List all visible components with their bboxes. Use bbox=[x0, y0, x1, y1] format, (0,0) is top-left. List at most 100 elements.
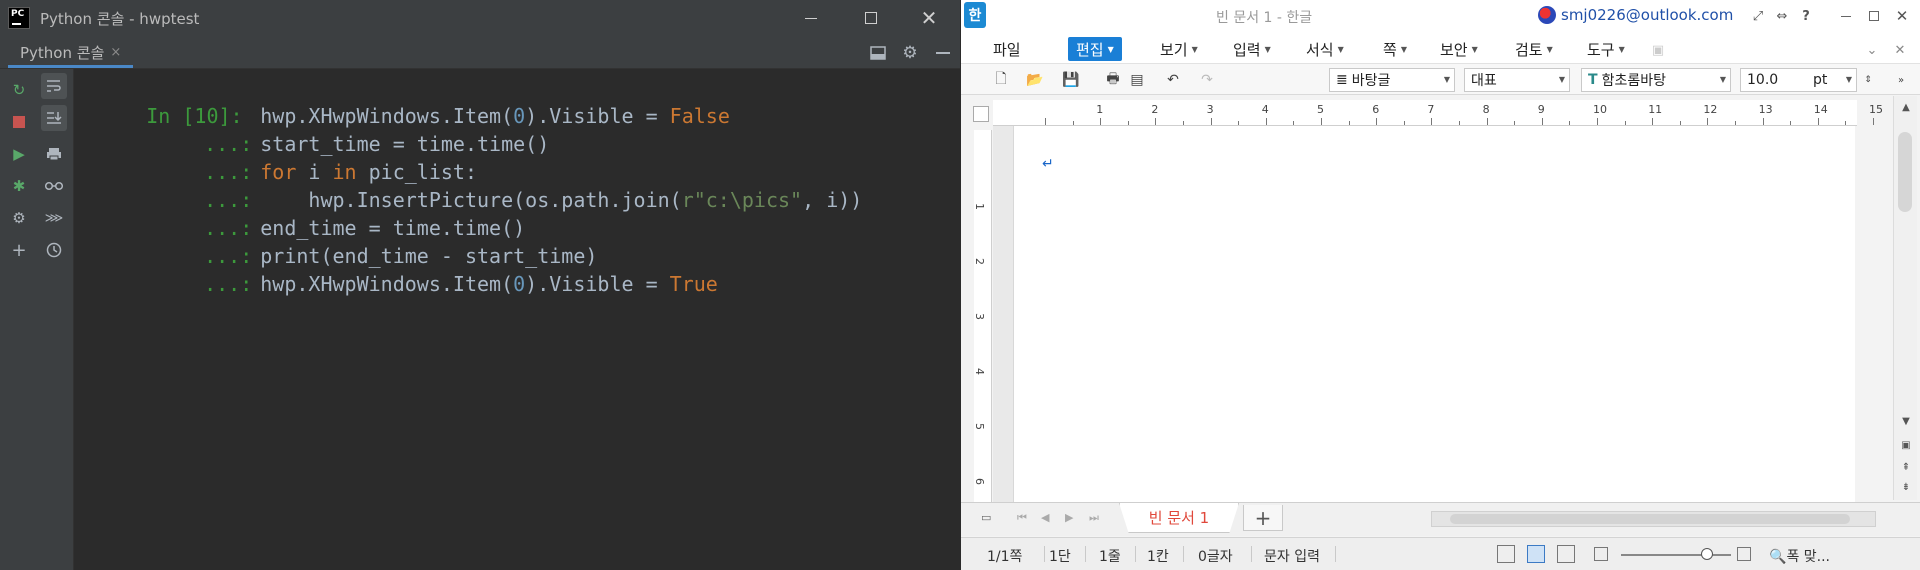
horizontal-scrollbar[interactable] bbox=[1431, 511, 1876, 527]
ruler-number: 4 bbox=[1261, 103, 1269, 116]
ruler-tick bbox=[1072, 121, 1074, 125]
first-tab-icon[interactable]: ⏮ bbox=[1017, 511, 1027, 525]
status-column: 1칸 bbox=[1147, 549, 1169, 565]
soft-wrap-icon[interactable] bbox=[41, 73, 67, 99]
full-view-icon[interactable] bbox=[1557, 545, 1575, 563]
execute-icon[interactable]: ▶ bbox=[6, 141, 32, 167]
menu-view[interactable]: 보기 ▼ bbox=[1152, 37, 1206, 61]
menu-bar: 파일 편집 ▼ 보기 ▼ 입력 ▼ 서식 ▼ 쪽 ▼ 보안 ▼ 검토 ▼ 도구 ▼ ▣ ⌄ ✕ bbox=[961, 32, 1920, 64]
menu-tools[interactable]: 도구 ▼ bbox=[1579, 37, 1633, 61]
toolbar-more-icon[interactable]: » bbox=[1891, 70, 1911, 90]
vertical-scrollbar[interactable]: ▲ ▼ ▣ ⇞ ⇟ bbox=[1893, 96, 1917, 500]
menu-security[interactable]: 보안 ▼ bbox=[1432, 37, 1486, 61]
language-select[interactable]: 대표 ▼ bbox=[1464, 68, 1570, 92]
menu-review[interactable]: 검토 ▼ bbox=[1507, 37, 1561, 61]
width-fit-icon[interactable]: ⇔ bbox=[1773, 7, 1791, 25]
fullscreen-icon[interactable]: ⤢ bbox=[1749, 7, 1767, 25]
zoom-out-icon[interactable] bbox=[1594, 547, 1608, 561]
tab-document[interactable]: 빈 문서 1 bbox=[1119, 503, 1239, 533]
next-tab-icon[interactable]: ▶ bbox=[1065, 511, 1073, 524]
zoom-slider[interactable] bbox=[1621, 554, 1731, 556]
history-icon[interactable] bbox=[41, 237, 67, 263]
document-tab-row: ▭ ⏮ ◀ ▶ ⏭ 빈 문서 1 + bbox=[961, 502, 1920, 536]
console-output[interactable]: In [10]: hwp.XHwpWindows.Item(0).Visible … bbox=[74, 69, 960, 570]
layout-icon[interactable] bbox=[869, 44, 887, 62]
hide-panel-icon[interactable] bbox=[934, 44, 952, 62]
normal-view-icon[interactable] bbox=[1497, 545, 1515, 563]
ruler-tick bbox=[1652, 118, 1654, 125]
menu-edit[interactable]: 편집 ▼ bbox=[1068, 37, 1122, 61]
font-size-input[interactable]: 10.0 pt ▼ bbox=[1740, 68, 1857, 92]
prev-page-icon[interactable]: ⇞ bbox=[1896, 458, 1916, 476]
open-folder-icon[interactable]: 📂 bbox=[1025, 70, 1045, 90]
maximize-icon[interactable] bbox=[1865, 7, 1883, 25]
minimize-button[interactable] bbox=[782, 0, 840, 36]
undo-icon[interactable]: ↶ bbox=[1163, 70, 1183, 90]
close-document-icon[interactable]: ✕ bbox=[1891, 41, 1909, 59]
code-line: In [10]: hwp.XHwpWindows.Item(0).Visible … bbox=[74, 71, 730, 128]
rerun-icon[interactable]: ↻ bbox=[6, 77, 32, 103]
status-section: 1단 bbox=[1049, 549, 1071, 565]
scroll-up-icon[interactable]: ▲ bbox=[1896, 98, 1916, 116]
page-view-icon[interactable] bbox=[1527, 545, 1545, 563]
ruler-tick bbox=[1597, 118, 1598, 125]
status-input-mode[interactable]: 문자 입력 bbox=[1264, 546, 1320, 566]
stop-icon[interactable] bbox=[6, 109, 32, 135]
pycharm-title-bar: Python 콘솔 - hwptest ✕ bbox=[0, 0, 960, 36]
menu-format[interactable]: 서식 ▼ bbox=[1298, 37, 1352, 61]
show-variables-icon[interactable] bbox=[41, 173, 67, 199]
vertical-scroll-thumb[interactable] bbox=[1898, 132, 1912, 212]
vertical-ruler[interactable]: 1 2 3 4 5 6 bbox=[973, 130, 992, 502]
menu-page[interactable]: 쪽 ▼ bbox=[1375, 37, 1415, 61]
style-select[interactable]: ≣ 바탕글 ▼ bbox=[1329, 68, 1455, 92]
font-select[interactable]: T 함초롬바탕 ▼ bbox=[1581, 68, 1731, 92]
zoom-fit-button[interactable]: 🔍폭 맞... bbox=[1769, 546, 1830, 566]
prev-tab-icon[interactable]: ◀ bbox=[1041, 511, 1049, 524]
menu-file[interactable]: 파일 bbox=[985, 37, 1029, 61]
account-link[interactable]: smj0226@outlook.com bbox=[1538, 6, 1733, 24]
last-tab-icon[interactable]: ⏭ bbox=[1089, 511, 1099, 525]
ruler-number: 14 bbox=[1813, 103, 1828, 116]
zoom-slider-knob[interactable] bbox=[1701, 548, 1713, 560]
ruler-corner-icon[interactable] bbox=[973, 106, 989, 122]
zoom-in-icon[interactable] bbox=[1737, 547, 1751, 561]
horizontal-ruler[interactable]: 1 2 3 4 5 6 7 8 9 10 11 12 13 14 15 bbox=[993, 100, 1902, 126]
document-page[interactable]: ↵ bbox=[1013, 126, 1855, 502]
ruler-number: 12 bbox=[1703, 103, 1718, 116]
add-tab-button[interactable]: + bbox=[1243, 505, 1283, 531]
view-toggle-icon[interactable]: ▣ bbox=[1896, 436, 1916, 454]
close-icon[interactable]: ✕ bbox=[1893, 7, 1911, 25]
gear-icon[interactable]: ⚙ bbox=[901, 43, 919, 63]
print-icon[interactable] bbox=[41, 141, 67, 167]
ruler-tick bbox=[1431, 118, 1433, 125]
scroll-down-icon[interactable]: ▼ bbox=[1896, 412, 1916, 430]
command-queue-icon[interactable]: ⋙ bbox=[41, 205, 67, 231]
menu-insert[interactable]: 입력 ▼ bbox=[1225, 37, 1279, 61]
memo-icon[interactable]: ▭ bbox=[981, 511, 991, 524]
scroll-to-end-icon[interactable] bbox=[41, 105, 67, 131]
redo-icon[interactable]: ↷ bbox=[1197, 70, 1217, 90]
print-preview-icon[interactable]: ▤ bbox=[1127, 70, 1147, 90]
settings-icon[interactable]: ⚙ bbox=[6, 205, 32, 231]
collapse-ribbon-icon[interactable]: ⌄ bbox=[1863, 41, 1881, 59]
tab-close-icon[interactable]: × bbox=[110, 45, 121, 60]
next-page-icon[interactable]: ⇟ bbox=[1896, 478, 1916, 496]
ruler-number: 9 bbox=[1537, 103, 1545, 116]
help-icon[interactable]: ? bbox=[1797, 7, 1815, 25]
new-console-icon[interactable]: + bbox=[6, 237, 32, 263]
code-line: ...: for i in pic_list: bbox=[74, 127, 477, 184]
print-icon[interactable]: 🖶 bbox=[1103, 70, 1123, 90]
minimize-icon[interactable] bbox=[1837, 7, 1855, 25]
horizontal-scroll-thumb[interactable] bbox=[1450, 514, 1850, 524]
ruler-number: 13 bbox=[1758, 103, 1773, 116]
save-icon[interactable]: 💾 bbox=[1061, 70, 1081, 90]
debug-icon[interactable]: ✱ bbox=[6, 173, 32, 199]
maximize-button[interactable] bbox=[842, 0, 900, 36]
ruler-tick bbox=[1514, 121, 1516, 125]
tab-python-console[interactable]: Python 콘솔 × bbox=[8, 40, 134, 68]
close-button[interactable]: ✕ bbox=[900, 0, 958, 36]
ruler-tick bbox=[1127, 121, 1129, 125]
new-document-icon[interactable]: 🗋 bbox=[991, 70, 1011, 90]
size-stepper-icon[interactable]: ⇕ bbox=[1858, 70, 1878, 90]
ruler-tick bbox=[1183, 121, 1184, 125]
